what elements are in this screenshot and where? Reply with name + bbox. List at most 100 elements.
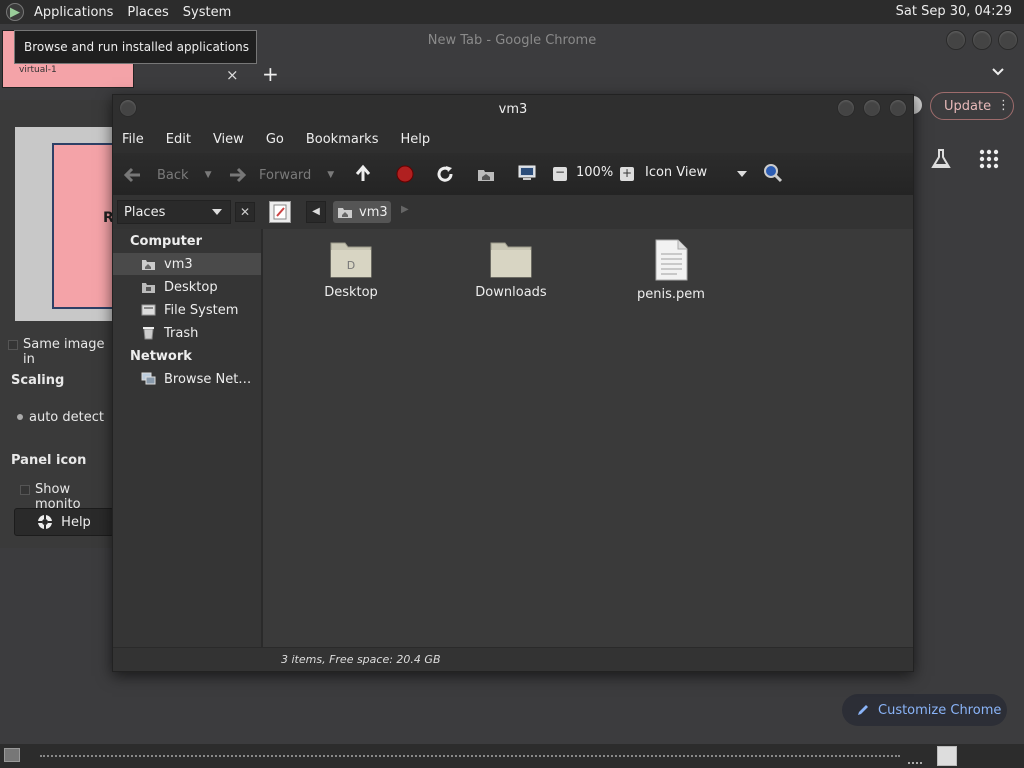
zoom-in-button[interactable]: + bbox=[620, 167, 634, 181]
home-folder-icon[interactable] bbox=[476, 164, 496, 184]
system-menu[interactable]: System bbox=[183, 5, 231, 20]
forward-history-chevron-icon[interactable]: ▼ bbox=[327, 170, 334, 180]
applications-logo-icon[interactable]: ▶ bbox=[6, 3, 24, 21]
forward-label: Forward bbox=[259, 167, 312, 183]
close-sidebar-icon[interactable]: ✕ bbox=[235, 202, 255, 222]
forward-button[interactable]: Forward ▼ bbox=[227, 165, 334, 185]
back-button[interactable]: Back ▼ bbox=[123, 165, 211, 185]
file-manager-titlebar[interactable]: vm3 bbox=[113, 95, 913, 125]
same-image-checkbox[interactable] bbox=[8, 340, 18, 350]
menu-help[interactable]: Help bbox=[400, 132, 430, 147]
sidebar-item-desktop[interactable]: Desktop bbox=[113, 276, 261, 298]
window-title: vm3 bbox=[498, 102, 528, 117]
breadcrumb-right-arrow-icon[interactable]: ▶ bbox=[401, 204, 409, 215]
google-apps-grid-icon[interactable] bbox=[978, 148, 1000, 170]
customize-chrome-label: Customize Chrome bbox=[878, 702, 1002, 718]
sidebar-item-file-system[interactable]: File System bbox=[113, 299, 261, 321]
menu-view[interactable]: View bbox=[213, 132, 244, 147]
show-monitor-checkbox[interactable] bbox=[20, 485, 30, 495]
back-label: Back bbox=[157, 167, 189, 183]
menu-file[interactable]: File bbox=[122, 132, 144, 147]
sidebar-item-label: Desktop bbox=[164, 279, 218, 295]
labs-flask-icon[interactable] bbox=[930, 148, 952, 170]
network-icon bbox=[141, 372, 156, 385]
stop-icon[interactable] bbox=[395, 164, 415, 184]
drive-icon bbox=[141, 304, 156, 316]
menubar: File Edit View Go Bookmarks Help bbox=[113, 125, 913, 153]
file-view: D Desktop Downloads penis.pem bbox=[265, 229, 913, 647]
places-chevron-icon bbox=[212, 209, 222, 215]
chrome-maximize-button[interactable] bbox=[972, 30, 992, 50]
file-name: Desktop bbox=[324, 285, 378, 300]
view-mode-chevron-icon bbox=[737, 171, 747, 177]
auto-detect-radio[interactable] bbox=[17, 414, 23, 420]
toggle-location-entry-icon[interactable] bbox=[269, 201, 291, 223]
up-arrow-icon[interactable] bbox=[353, 164, 373, 184]
maximize-button[interactable] bbox=[863, 99, 881, 117]
location-bar: Places ✕ ◀ vm3 ▶ bbox=[113, 195, 913, 229]
file-item-downloads[interactable]: Downloads bbox=[451, 239, 571, 300]
menu-bookmarks[interactable]: Bookmarks bbox=[306, 132, 379, 147]
statusbar-left bbox=[113, 647, 265, 671]
network-heading: Network bbox=[130, 349, 192, 364]
zoom-out-button[interactable]: − bbox=[553, 166, 567, 181]
sidebar-item-label: File System bbox=[164, 302, 239, 318]
applications-tooltip: Browse and run installed applications bbox=[14, 30, 257, 64]
home-folder-icon bbox=[338, 208, 352, 218]
sidebar-item-label: Browse Net… bbox=[164, 371, 252, 387]
window-menu-button[interactable] bbox=[119, 99, 137, 117]
chrome-close-button[interactable] bbox=[998, 30, 1018, 50]
help-button[interactable]: Help bbox=[14, 508, 114, 536]
update-label: Update bbox=[944, 98, 992, 114]
menu-edit[interactable]: Edit bbox=[166, 132, 191, 147]
sidebar-item-trash[interactable]: Trash bbox=[113, 322, 261, 344]
scaling-heading: Scaling bbox=[11, 373, 65, 388]
bottom-panel bbox=[0, 744, 1024, 768]
breadcrumb-left-arrow-icon[interactable]: ◀ bbox=[306, 201, 326, 223]
workspace-switcher[interactable] bbox=[937, 746, 957, 766]
new-tab-button[interactable]: + bbox=[262, 62, 279, 86]
menu-go[interactable]: Go bbox=[266, 132, 284, 147]
places-sidebar: Computer vm3 Desktop File System Trash N… bbox=[113, 229, 263, 647]
help-lifebuoy-icon bbox=[38, 515, 53, 529]
customize-chrome-button[interactable]: Customize Chrome bbox=[842, 694, 1007, 726]
svg-text:D: D bbox=[347, 259, 355, 272]
view-mode-select[interactable]: Icon View bbox=[645, 165, 749, 185]
sidebar-places-select[interactable]: Places bbox=[117, 200, 231, 224]
back-history-chevron-icon[interactable]: ▼ bbox=[205, 170, 212, 180]
clock[interactable]: Sat Sep 30, 04:29 bbox=[896, 4, 1012, 19]
forward-arrow-icon bbox=[230, 167, 247, 183]
sidebar-item-vm3[interactable]: vm3 bbox=[113, 253, 261, 275]
breadcrumb-label: vm3 bbox=[359, 204, 388, 220]
reload-icon[interactable] bbox=[435, 164, 455, 184]
places-menu[interactable]: Places bbox=[127, 5, 168, 20]
breadcrumb-vm3[interactable]: vm3 bbox=[333, 201, 391, 223]
computer-heading: Computer bbox=[130, 234, 203, 249]
minimize-button[interactable] bbox=[837, 99, 855, 117]
computer-icon[interactable] bbox=[517, 163, 537, 183]
file-item-desktop[interactable]: D Desktop bbox=[291, 239, 411, 300]
file-name: Downloads bbox=[475, 285, 547, 300]
view-mode-value: Icon View bbox=[645, 165, 708, 180]
close-button[interactable] bbox=[889, 99, 907, 117]
search-icon[interactable] bbox=[763, 163, 783, 183]
sidebar-item-browse-network[interactable]: Browse Net… bbox=[113, 368, 261, 390]
sidebar-item-label: vm3 bbox=[164, 256, 193, 272]
show-desktop-icon[interactable] bbox=[4, 748, 20, 762]
applications-menu[interactable]: Applications bbox=[34, 5, 113, 20]
file-item-penis-pem[interactable]: penis.pem bbox=[611, 239, 731, 302]
tab-search-chevron-icon[interactable] bbox=[992, 64, 1004, 80]
trash-applet-icon[interactable] bbox=[908, 746, 922, 764]
folder-desktop-icon: D bbox=[330, 242, 372, 278]
chrome-minimize-button[interactable] bbox=[946, 30, 966, 50]
taskbar-separator bbox=[40, 755, 900, 757]
trash-icon bbox=[143, 327, 154, 340]
file-name: penis.pem bbox=[637, 287, 705, 302]
home-folder-icon bbox=[142, 260, 155, 270]
toolbar: Back ▼ Forward ▼ − 100% + Icon View bbox=[113, 153, 913, 195]
chrome-menu-icon[interactable]: ⋮ bbox=[997, 98, 1010, 113]
top-panel: ▶ Applications Places System Sat Sep 30,… bbox=[0, 0, 1024, 24]
folder-icon bbox=[490, 242, 532, 278]
top-panel-menu: ▶ Applications Places System bbox=[0, 0, 1024, 24]
tab-close-icon[interactable]: × bbox=[226, 66, 239, 84]
